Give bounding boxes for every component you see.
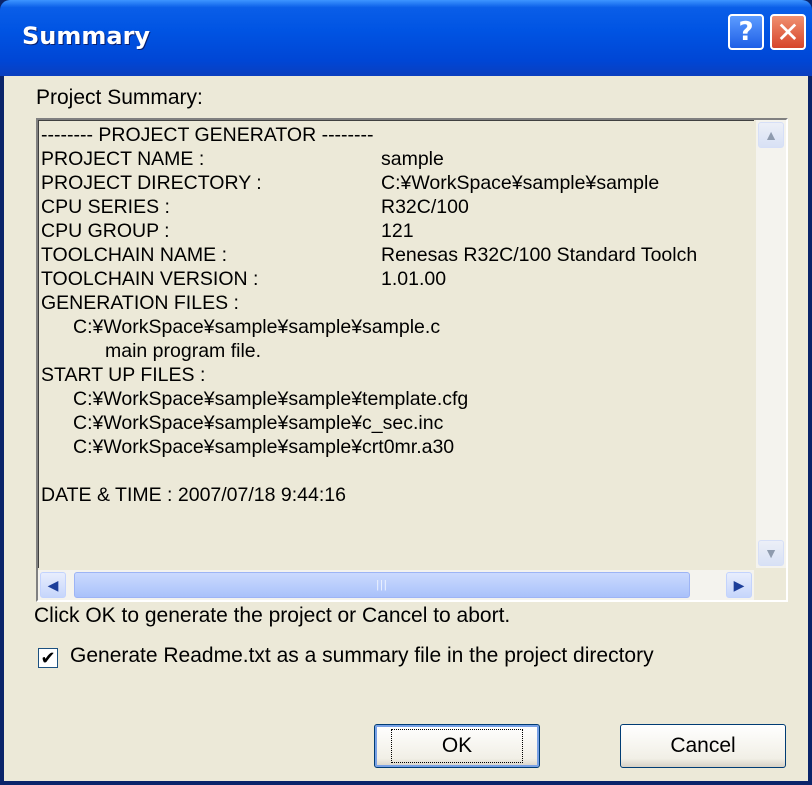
- ok-button-label: OK: [390, 729, 524, 763]
- close-icon: ✕: [776, 15, 800, 49]
- summary-line-startup-file: C:¥WorkSpace¥sample¥sample¥template.cfg: [73, 388, 469, 410]
- chevron-right-icon: ▶: [733, 576, 745, 593]
- scroll-down-button[interactable]: ▼: [758, 540, 784, 566]
- scroll-up-button[interactable]: ▲: [758, 122, 784, 148]
- dialog-body: Project Summary: -------- PROJECT GENERA…: [4, 76, 808, 781]
- checkmark-icon: ✔: [40, 648, 56, 668]
- summary-line-project-directory: PROJECT DIRECTORY : C:¥WorkSpace¥sample¥s…: [41, 172, 660, 194]
- vertical-scrollbar[interactable]: ▲ ▼: [756, 120, 786, 568]
- summary-line-cpu-series: CPU SERIES : R32C/100: [41, 196, 469, 218]
- horizontal-scrollbar[interactable]: ◀ ||| ▶: [38, 570, 754, 600]
- summary-dialog: Summary ? ✕ Project Summary: -------- PR…: [0, 0, 812, 785]
- dialog-title: Summary: [22, 22, 151, 50]
- summary-line-date-time: DATE & TIME : 2007/07/18 9:44:16: [41, 484, 346, 506]
- ok-button[interactable]: OK: [374, 724, 540, 768]
- help-button[interactable]: ?: [728, 14, 764, 50]
- summary-textbox[interactable]: -------- PROJECT GENERATOR -------- PROJ…: [36, 118, 788, 602]
- readme-checkbox-label[interactable]: Generate Readme.txt as a summary file in…: [70, 644, 654, 668]
- scroll-left-button[interactable]: ◀: [40, 572, 66, 598]
- title-bar[interactable]: Summary ? ✕: [0, 0, 812, 76]
- readme-checkbox[interactable]: ✔: [38, 648, 58, 668]
- summary-line-toolchain-version: TOOLCHAIN VERSION :1.01.00: [41, 268, 447, 290]
- summary-line-startup-file: C:¥WorkSpace¥sample¥sample¥c_sec.inc: [73, 412, 444, 434]
- summary-line-startup-files: START UP FILES :: [41, 364, 206, 386]
- project-summary-label: Project Summary:: [36, 86, 203, 109]
- summary-line-cpu-group: CPU GROUP :121: [41, 220, 414, 242]
- summary-line-toolchain-name: TOOLCHAIN NAME : Renesas R32C/100 Standar…: [41, 244, 698, 266]
- summary-line-file-description: main program file.: [105, 340, 262, 362]
- summary-line-project-name: PROJECT NAME : sample: [41, 148, 444, 170]
- summary-line-startup-file: C:¥WorkSpace¥sample¥sample¥crt0mr.a30: [73, 436, 455, 458]
- cancel-button-label: Cancel: [670, 734, 736, 757]
- grip-icon: |||: [376, 579, 388, 591]
- instruction-text: Click OK to generate the project or Canc…: [34, 604, 511, 627]
- chevron-down-icon: ▼: [764, 545, 778, 561]
- scroll-right-button[interactable]: ▶: [726, 572, 752, 598]
- help-icon: ?: [738, 17, 754, 47]
- summary-text[interactable]: -------- PROJECT GENERATOR -------- PROJ…: [38, 120, 754, 568]
- cancel-button[interactable]: Cancel: [620, 724, 786, 768]
- summary-line-generation-files: GENERATION FILES :: [41, 292, 239, 314]
- summary-line-header: -------- PROJECT GENERATOR --------: [41, 124, 374, 146]
- summary-line-generation-file: C:¥WorkSpace¥sample¥sample¥sample.c: [73, 316, 441, 338]
- close-button[interactable]: ✕: [770, 14, 806, 50]
- chevron-left-icon: ◀: [47, 576, 59, 593]
- scrollbar-corner: [754, 568, 786, 600]
- summary-line-blank: [41, 459, 754, 483]
- horizontal-scroll-thumb[interactable]: |||: [74, 572, 690, 598]
- chevron-up-icon: ▲: [764, 127, 778, 143]
